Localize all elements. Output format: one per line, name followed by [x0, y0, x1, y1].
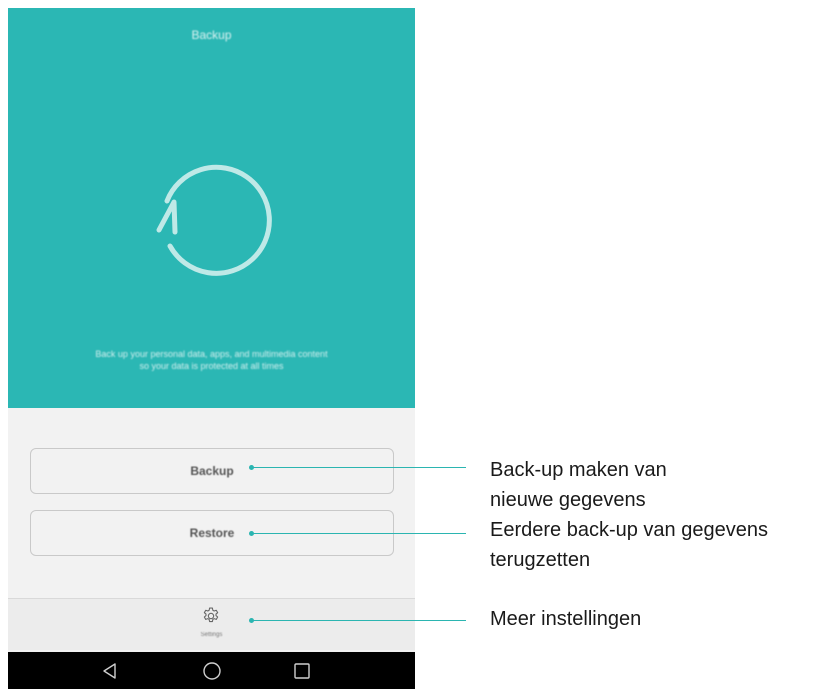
backup-callout-line1: Back-up maken van [490, 459, 667, 481]
settings-callout-line [252, 620, 466, 621]
backup-callout-line [252, 467, 466, 468]
backup-hero: Backup Back up your personal data, apps,… [8, 8, 415, 408]
bottom-bar: Settings [8, 598, 415, 650]
settings-label: Settings [200, 632, 223, 638]
navigation-bar [8, 652, 415, 689]
backup-callout: Back-up maken van nieuwe gegevens [490, 455, 667, 515]
backup-callout-line2: nieuwe gegevens [490, 489, 646, 511]
restore-callout-line [252, 533, 466, 534]
hero-description: Back up your personal data, apps, and mu… [38, 348, 385, 372]
recents-square-icon[interactable] [292, 661, 312, 681]
phone-screen: Backup Back up your personal data, apps,… [8, 8, 415, 689]
page-title: Backup [191, 28, 232, 42]
restore-callout-line1: Eerdere back-up van gegevens [490, 519, 768, 541]
home-circle-icon[interactable] [202, 661, 222, 681]
restore-button-label: Restore [189, 526, 235, 540]
hero-description-line1: Back up your personal data, apps, and mu… [95, 349, 328, 359]
gear-icon [203, 607, 219, 623]
restore-callout-line2: terugzetten [490, 549, 591, 571]
refresh-icon [156, 164, 272, 276]
settings-callout: Meer instellingen [490, 608, 642, 630]
hero-description-line2: so your data is protected at all times [139, 361, 284, 371]
backup-button-label: Backup [190, 464, 234, 478]
restore-callout: Eerdere back-up van gegevens terugzetten [490, 515, 768, 575]
settings-button[interactable]: Settings [178, 599, 245, 651]
back-triangle-icon[interactable] [100, 661, 120, 681]
backup-button[interactable]: Backup [30, 448, 394, 494]
